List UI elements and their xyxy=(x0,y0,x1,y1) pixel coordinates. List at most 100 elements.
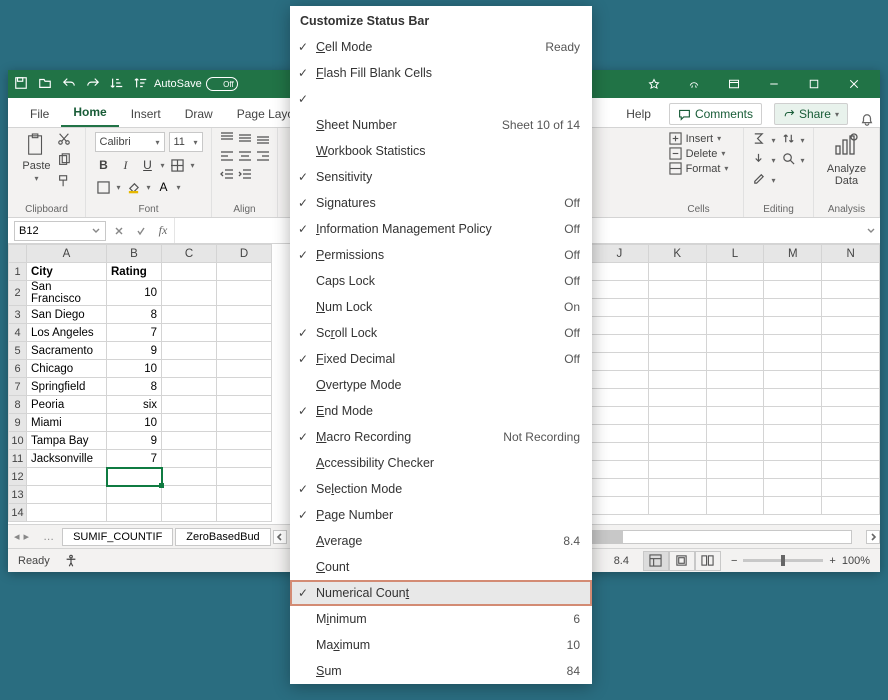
menu-item[interactable]: ✓Macro RecordingNot Recording xyxy=(290,424,592,450)
undo-icon[interactable] xyxy=(62,76,76,93)
menu-item[interactable]: ✓Sensitivity xyxy=(290,164,592,190)
view-normal-icon[interactable] xyxy=(643,551,669,571)
tab-home[interactable]: Home xyxy=(61,99,118,127)
open-icon[interactable] xyxy=(38,76,52,93)
maximize-icon[interactable] xyxy=(794,70,834,98)
name-box[interactable]: B12 xyxy=(14,221,106,241)
premium-icon[interactable] xyxy=(634,70,674,98)
horizontal-scrollbar[interactable] xyxy=(567,530,852,544)
save-icon[interactable] xyxy=(14,76,28,93)
menu-item[interactable]: ✓Selection Mode xyxy=(290,476,592,502)
accessibility-icon[interactable] xyxy=(64,554,78,568)
italic-button[interactable]: I xyxy=(117,156,135,174)
sortfilter-icon[interactable] xyxy=(782,132,795,148)
customize-status-bar-menu[interactable]: Customize Status Bar ✓Cell ModeReady✓Fla… xyxy=(290,6,592,684)
decrease-indent-icon[interactable] xyxy=(220,168,234,183)
share-button[interactable]: Share ▾ xyxy=(774,103,848,125)
menu-item[interactable]: ✓Information Management PolicyOff xyxy=(290,216,592,242)
menu-item[interactable]: ✓Cell ModeReady xyxy=(290,34,592,60)
bold-button[interactable]: B xyxy=(95,156,113,174)
sort-asc-icon[interactable] xyxy=(110,76,124,93)
zoom-level[interactable]: 100% xyxy=(842,555,870,567)
hscroll-right-icon[interactable] xyxy=(866,530,880,544)
hscroll-left-icon[interactable] xyxy=(273,530,287,544)
redo-icon[interactable] xyxy=(86,76,100,93)
cancel-formula-icon[interactable] xyxy=(108,226,130,236)
menu-item[interactable]: ✓ xyxy=(290,86,592,112)
menu-item[interactable]: Num LockOn xyxy=(290,294,592,320)
menu-item[interactable]: Overtype Mode xyxy=(290,372,592,398)
grid-right[interactable]: JKLMN xyxy=(590,244,880,515)
analyze-data-button[interactable] xyxy=(833,132,859,161)
menu-item[interactable]: Maximum10 xyxy=(290,632,592,658)
sort-desc-icon[interactable] xyxy=(134,76,148,93)
menu-item[interactable]: ✓Fixed DecimalOff xyxy=(290,346,592,372)
formula-expand-icon[interactable] xyxy=(862,226,880,236)
align-right-icon[interactable] xyxy=(256,150,270,165)
menu-item[interactable]: ✓Flash Fill Blank Cells xyxy=(290,60,592,86)
menu-item[interactable]: ✓PermissionsOff xyxy=(290,242,592,268)
menu-item[interactable]: Caps LockOff xyxy=(290,268,592,294)
close-icon[interactable] xyxy=(834,70,874,98)
tab-file[interactable]: File xyxy=(18,101,61,127)
cut-icon[interactable] xyxy=(57,132,71,149)
borders-icon[interactable] xyxy=(95,178,113,196)
insert-cells-button[interactable]: Insert▾ xyxy=(669,132,722,145)
format-painter-icon[interactable] xyxy=(57,174,71,191)
zoom-slider[interactable]: − + 100% xyxy=(731,555,870,567)
fill-icon[interactable] xyxy=(752,152,765,168)
sheet-list-icon[interactable]: … xyxy=(35,531,62,543)
menu-item[interactable]: Accessibility Checker xyxy=(290,450,592,476)
fill-color-icon[interactable] xyxy=(125,178,143,196)
notifications-icon[interactable] xyxy=(854,113,880,127)
format-cells-button[interactable]: Format▾ xyxy=(669,162,729,175)
next-sheet-icon[interactable]: ▸ xyxy=(24,530,30,543)
ribbon-display-icon[interactable] xyxy=(714,70,754,98)
menu-item[interactable]: ✓Numerical Count xyxy=(290,580,592,606)
menu-item[interactable]: Average8.4 xyxy=(290,528,592,554)
align-left-icon[interactable] xyxy=(220,150,234,165)
tab-draw[interactable]: Draw xyxy=(173,101,225,127)
coming-soon-icon[interactable] xyxy=(674,70,714,98)
menu-item[interactable]: ✓Page Number xyxy=(290,502,592,528)
menu-item[interactable]: ✓End Mode xyxy=(290,398,592,424)
menu-item[interactable]: Workbook Statistics xyxy=(290,138,592,164)
paste-button[interactable]: Paste ▾ xyxy=(22,132,50,183)
menu-item[interactable]: Count xyxy=(290,554,592,580)
delete-cells-button[interactable]: Delete▾ xyxy=(669,147,726,160)
tab-insert[interactable]: Insert xyxy=(119,101,173,127)
prev-sheet-icon[interactable]: ◂ xyxy=(14,530,20,543)
align-bottom-icon[interactable] xyxy=(256,132,270,147)
minimize-icon[interactable] xyxy=(754,70,794,98)
clear-icon[interactable] xyxy=(752,172,765,188)
sheet-tab-2[interactable]: ZeroBasedBud xyxy=(175,528,270,546)
autosave-toggle[interactable]: AutoSave Off xyxy=(154,77,238,91)
view-pagebreak-icon[interactable] xyxy=(695,551,721,571)
zoom-in-icon[interactable]: + xyxy=(829,555,835,567)
fx-icon[interactable]: fx xyxy=(152,223,174,238)
menu-item[interactable]: ✓SignaturesOff xyxy=(290,190,592,216)
sheet-tab-1[interactable]: SUMIF_COUNTIF xyxy=(62,528,173,546)
align-middle-icon[interactable] xyxy=(238,132,252,147)
find-icon[interactable] xyxy=(782,152,795,168)
font-size-dropdown[interactable]: 11▾ xyxy=(169,132,203,152)
zoom-out-icon[interactable]: − xyxy=(731,555,737,567)
menu-item[interactable]: Sheet NumberSheet 10 of 14 xyxy=(290,112,592,138)
align-center-icon[interactable] xyxy=(238,150,252,165)
menu-item[interactable]: ✓Scroll LockOff xyxy=(290,320,592,346)
enter-formula-icon[interactable] xyxy=(130,226,152,236)
align-top-icon[interactable] xyxy=(220,132,234,147)
grid-left[interactable]: ABCD1CityRating2San Francisco103San Dieg… xyxy=(8,244,272,522)
tab-help[interactable]: Help xyxy=(614,101,663,127)
copy-icon[interactable] xyxy=(57,153,71,170)
menu-item[interactable]: Sum84 xyxy=(290,658,592,684)
increase-indent-icon[interactable] xyxy=(238,168,252,183)
font-name-dropdown[interactable]: Calibri▾ xyxy=(95,132,165,152)
underline-button[interactable]: U xyxy=(139,156,157,174)
menu-item[interactable]: Minimum6 xyxy=(290,606,592,632)
comments-button[interactable]: Comments xyxy=(669,103,762,125)
border-button[interactable] xyxy=(169,156,187,174)
view-pagelayout-icon[interactable] xyxy=(669,551,695,571)
font-color-icon[interactable]: A xyxy=(155,178,173,196)
autosum-icon[interactable] xyxy=(752,132,765,148)
